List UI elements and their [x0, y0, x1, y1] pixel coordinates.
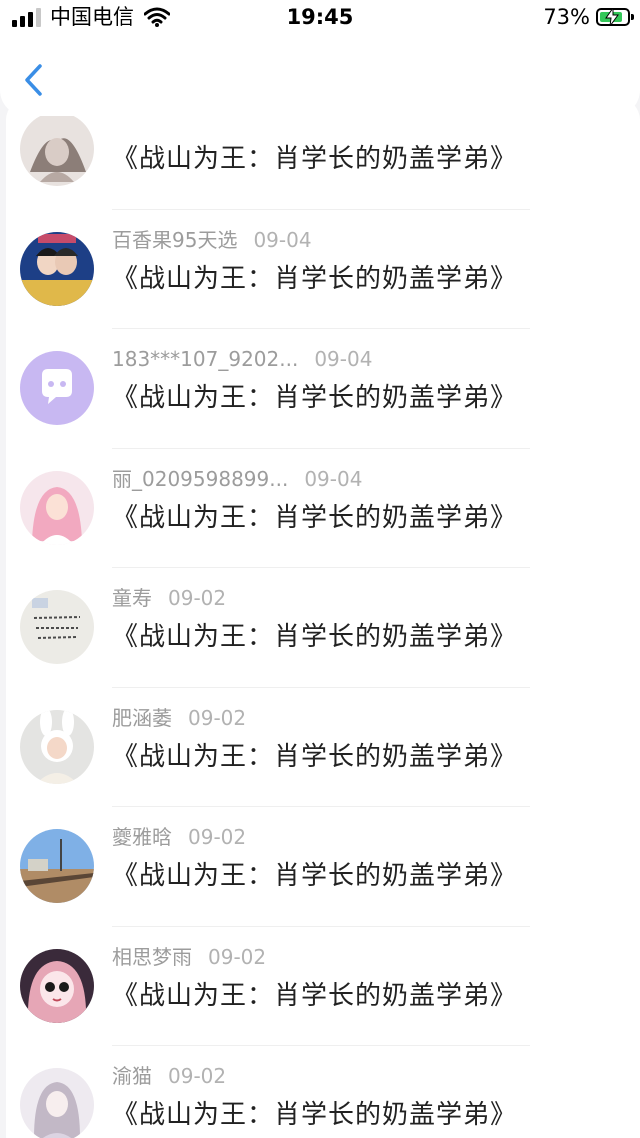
screen: 中国电信 19:45 73% 《战山为王：肖学长的奶盖学弟》 百香果95天选 0…: [0, 0, 640, 1138]
avatar: [20, 1068, 94, 1138]
comment-date: 09-02: [168, 586, 227, 610]
book-title: 《战山为王：肖学长的奶盖学弟》: [112, 144, 518, 174]
avatar-handwriting-image: [20, 590, 94, 664]
avatar: [20, 231, 94, 306]
nav-header: [0, 36, 640, 116]
avatar: [20, 590, 94, 664]
book-title: 《战山为王：肖学长的奶盖学弟》: [112, 502, 518, 533]
avatar-landscape-image: [20, 829, 94, 903]
comment-meta: 童寿 09-02: [112, 585, 226, 611]
comment-date: 09-02: [208, 944, 267, 969]
avatar: [20, 470, 94, 545]
chevron-left-icon: [25, 64, 42, 96]
username: 肥涵萎: [112, 705, 172, 730]
comment-meta: 百香果95天选 09-04: [112, 227, 312, 253]
username: 童寿: [112, 586, 152, 610]
comment-date: 09-02: [188, 705, 247, 730]
list-item[interactable]: 夔雅晗 09-02 《战山为王：肖学长的奶盖学弟》: [6, 807, 640, 927]
avatar: [20, 709, 94, 784]
battery-percentage: 73%: [543, 5, 590, 29]
comment-date: 09-04: [304, 466, 363, 491]
book-title: 《战山为王：肖学长的奶盖学弟》: [112, 980, 518, 1011]
comment-meta: 183***107_9202... 09-04: [112, 346, 372, 372]
avatar-couple-image: [20, 231, 94, 306]
comment-meta: 相思梦雨 09-02: [112, 944, 266, 970]
avatar-sketch-image: [20, 112, 94, 186]
username: 183***107_9202...: [112, 347, 299, 371]
avatar-anime-girl-image: [20, 1068, 94, 1138]
list-item[interactable]: 相思梦雨 09-02 《战山为王：肖学长的奶盖学弟》: [6, 927, 640, 1047]
list-item[interactable]: 童寿 09-02 《战山为王：肖学长的奶盖学弟》: [6, 568, 640, 688]
username: 渝猫: [112, 1064, 152, 1088]
status-bar: 中国电信 19:45 73%: [0, 0, 640, 36]
book-title: 《战山为王：肖学长的奶盖学弟》: [112, 1100, 518, 1130]
avatar-bunny-hood-image: [20, 709, 94, 784]
comment-meta: 渝猫 09-02: [112, 1063, 226, 1089]
username: 丽_0209598899...: [112, 466, 289, 491]
list-item[interactable]: 肥涵萎 09-02 《战山为王：肖学长的奶盖学弟》: [6, 688, 640, 808]
list-item[interactable]: 183***107_9202... 09-04 《战山为王：肖学长的奶盖学弟》: [6, 329, 640, 449]
list-item[interactable]: 丽_0209598899... 09-04 《战山为王：肖学长的奶盖学弟》: [6, 449, 640, 569]
avatar: [20, 948, 94, 1023]
avatar: [20, 112, 94, 186]
comment-meta: 肥涵萎 09-02: [112, 705, 246, 731]
book-title: 《战山为王：肖学长的奶盖学弟》: [112, 263, 518, 294]
username: 相思梦雨: [112, 944, 192, 969]
username: 夔雅晗: [112, 825, 172, 849]
book-title: 《战山为王：肖学长的奶盖学弟》: [112, 383, 518, 413]
avatar-pink-girl-image: [20, 470, 94, 545]
back-button[interactable]: [18, 60, 50, 100]
comment-meta: 夔雅晗 09-02: [112, 824, 246, 850]
status-right: 73%: [543, 5, 634, 29]
book-title: 《战山为王：肖学长的奶盖学弟》: [112, 861, 518, 891]
comment-meta: 丽_0209598899... 09-04: [112, 466, 362, 492]
username: 百香果95天选: [112, 227, 238, 252]
chat-bubble-icon: [20, 351, 94, 425]
comment-list-card: 《战山为王：肖学长的奶盖学弟》 百香果95天选 09-04 《战山为王：肖学长的…: [6, 98, 640, 1138]
avatar: [20, 829, 94, 903]
list-item[interactable]: 百香果95天选 09-04 《战山为王：肖学长的奶盖学弟》: [6, 210, 640, 330]
battery-icon: [596, 8, 634, 26]
comment-date: 09-02: [168, 1064, 227, 1088]
comment-date: 09-02: [188, 825, 247, 849]
book-title: 《战山为王：肖学长的奶盖学弟》: [112, 622, 518, 652]
avatar: [20, 351, 94, 425]
avatar-cartoon-girl-image: [20, 948, 94, 1023]
comment-date: 09-04: [253, 227, 312, 252]
charging-bolt-icon: [605, 8, 619, 26]
comment-list: 《战山为王：肖学长的奶盖学弟》 百香果95天选 09-04 《战山为王：肖学长的…: [6, 98, 640, 1138]
book-title: 《战山为王：肖学长的奶盖学弟》: [112, 741, 518, 772]
battery-nub: [631, 14, 634, 20]
comment-date: 09-04: [314, 347, 373, 371]
list-item[interactable]: 渝猫 09-02 《战山为王：肖学长的奶盖学弟》: [6, 1046, 640, 1138]
